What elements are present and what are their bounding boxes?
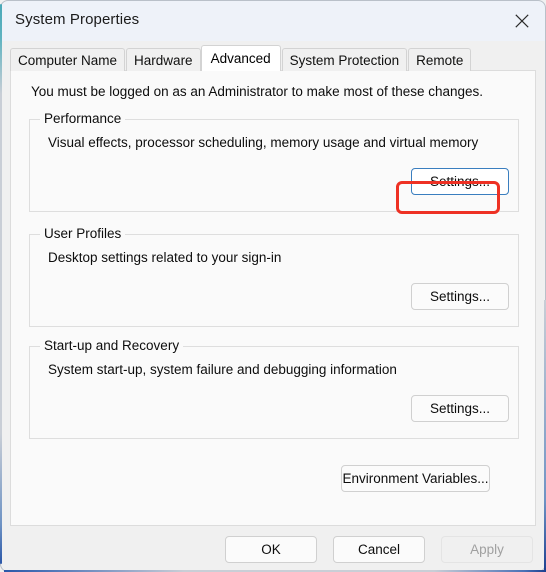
apply-button: Apply <box>441 536 533 563</box>
tab-strip: Computer Name Hardware Advanced System P… <box>10 45 472 71</box>
administrator-note: You must be logged on as an Administrato… <box>31 84 484 99</box>
group-startup-recovery-label: Start-up and Recovery <box>40 338 184 353</box>
window-title: System Properties <box>15 11 140 28</box>
advanced-tab-panel: You must be logged on as an Administrato… <box>10 70 536 526</box>
system-properties-window: System Properties Computer Name Hardware… <box>0 0 546 572</box>
tab-label: Computer Name <box>18 52 118 68</box>
tab-system-protection[interactable]: System Protection <box>281 48 408 71</box>
tab-advanced[interactable]: Advanced <box>200 45 281 71</box>
group-startup-recovery-description: System start-up, system failure and debu… <box>48 362 397 377</box>
tab-hardware[interactable]: Hardware <box>126 48 201 71</box>
tab-label: Remote <box>416 52 464 68</box>
dialog-footer: OK Cancel Apply <box>1 527 545 571</box>
tab-label: Advanced <box>210 51 271 66</box>
environment-variables-button[interactable]: Environment Variables... <box>341 465 490 492</box>
performance-settings-button[interactable]: Settings... <box>411 168 509 195</box>
group-performance: Performance Visual effects, processor sc… <box>29 111 519 212</box>
user-profiles-settings-button[interactable]: Settings... <box>411 283 509 310</box>
window-accent-left <box>0 4 2 564</box>
ok-button[interactable]: OK <box>225 536 317 563</box>
close-icon <box>515 14 529 28</box>
group-performance-label: Performance <box>40 111 126 126</box>
tab-remote[interactable]: Remote <box>408 48 472 71</box>
group-startup-recovery: Start-up and Recovery System start-up, s… <box>29 338 519 439</box>
tab-label: System Protection <box>289 52 400 68</box>
group-user-profiles-label: User Profiles <box>40 226 126 241</box>
startup-recovery-settings-button[interactable]: Settings... <box>411 395 509 422</box>
cancel-button[interactable]: Cancel <box>333 536 425 563</box>
tab-computer-name[interactable]: Computer Name <box>10 48 126 71</box>
group-user-profiles-description: Desktop settings related to your sign-in <box>48 250 282 265</box>
group-user-profiles: User Profiles Desktop settings related t… <box>29 226 519 327</box>
title-bar: System Properties <box>1 1 545 41</box>
tab-label: Hardware <box>134 52 193 68</box>
close-button[interactable] <box>499 1 545 41</box>
group-performance-description: Visual effects, processor scheduling, me… <box>48 135 479 150</box>
